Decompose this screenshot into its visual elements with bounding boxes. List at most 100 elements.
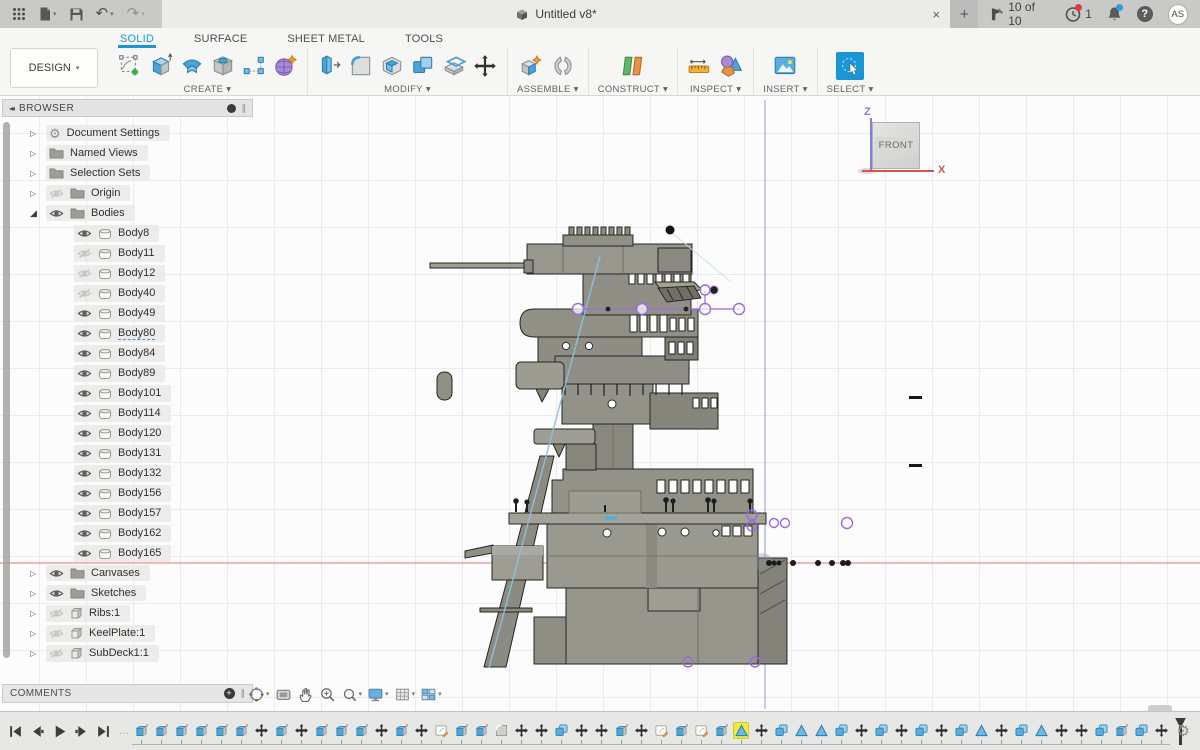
timeline-settings-gear-icon[interactable]: ⚙ [1177,722,1190,740]
timeline-feature-move-icon[interactable] [1074,723,1088,738]
create-form-icon[interactable] [272,53,298,79]
measure-icon[interactable] [687,53,713,79]
playback-play-button[interactable] [52,724,67,739]
timeline-feature-extrude-icon[interactable] [214,723,228,738]
timeline-feature-extrude-icon[interactable] [354,723,368,738]
press-pull-icon[interactable] [317,53,343,79]
timeline-feature-combine-icon[interactable] [554,723,568,738]
timeline-feature-extrude-icon[interactable] [174,723,188,738]
timeline-feature-fillet-icon[interactable] [494,723,508,738]
timeline-feature-combine-icon[interactable] [914,723,928,738]
browser-item-bodies[interactable]: ◢Bodies [2,203,253,223]
save-button[interactable] [70,8,83,21]
browser-item-document-settings[interactable]: ▷⚙Document Settings [2,123,253,143]
playback-step-back-button[interactable] [30,724,45,739]
timeline-feature-move-icon[interactable] [754,723,768,738]
visibility-eye-icon[interactable] [77,508,92,519]
expand-collapsed-icon[interactable]: ▷ [30,609,46,618]
new-file-button[interactable]: ▾ [39,7,57,21]
timeline-feature-move-icon[interactable] [854,723,868,738]
model-viewport[interactable]: Z FRONT X ◂◂ BROWSER ∥ ▷⚙Document Settin… [0,96,1200,711]
timeline-feature-mirror-icon[interactable] [974,723,988,738]
pan-icon[interactable] [297,686,314,703]
display-settings-icon[interactable]: ▾ [367,686,389,703]
joint-icon[interactable] [550,53,576,79]
timeline-feature-combine-icon[interactable] [774,723,788,738]
browser-item-body12[interactable]: Body12 [2,263,253,283]
extrude-icon[interactable] [148,53,174,79]
browser-item-body114[interactable]: Body114 [2,403,253,423]
timeline-feature-move-icon[interactable] [894,723,908,738]
browser-item-body132[interactable]: Body132 [2,463,253,483]
visibility-eye-icon[interactable] [77,548,92,559]
timeline-feature-move-icon[interactable] [514,723,528,738]
timeline-feature-extrude-icon[interactable] [314,723,328,738]
timeline-feature-move-icon[interactable] [294,723,308,738]
timeline-feature-move-icon[interactable] [1154,723,1168,738]
visibility-eye-icon[interactable] [77,408,92,419]
pattern-icon[interactable] [241,53,267,79]
browser-item-sketches[interactable]: ▷Sketches [2,583,253,603]
new-document-tab-button[interactable]: + [951,0,978,28]
timeline-feature-extrude-icon[interactable] [154,723,168,738]
visibility-eye-icon[interactable] [49,208,64,219]
expand-expanded-icon[interactable]: ◢ [30,208,46,219]
tab-sheet-metal[interactable]: SHEET METAL [285,33,367,48]
expand-collapsed-icon[interactable]: ▷ [30,149,46,158]
browser-collapse-icon[interactable]: ◂◂ [9,104,13,113]
visibility-eye-icon[interactable] [77,448,92,459]
timeline-feature-move-icon[interactable] [934,723,948,738]
offset-face-icon[interactable] [441,53,467,79]
playback-skip-end-button[interactable] [96,724,111,739]
browser-display-icon[interactable] [227,104,236,113]
assemble-group-label[interactable]: ASSEMBLE▾ [517,84,579,95]
browser-header[interactable]: ◂◂ BROWSER ∥ [2,99,253,117]
timeline-feature-mirror-icon[interactable] [814,723,828,738]
browser-item-body80[interactable]: Body80 [2,323,253,343]
select-group-label[interactable]: SELECT▾ [827,84,874,95]
timeline-feature-extrude-icon[interactable] [394,723,408,738]
timeline-feature-extrude-icon[interactable] [274,723,288,738]
viewports-caret-icon[interactable]: ▾ [438,690,442,698]
timeline-feature-extrude-icon[interactable] [614,723,628,738]
expand-collapsed-icon[interactable]: ▷ [30,169,46,178]
browser-item-ribs-1[interactable]: ▷Ribs:1 [2,603,253,623]
browser-grip-icon[interactable]: ∥ [242,103,247,114]
timeline-feature-sketch-icon[interactable] [434,723,448,738]
visibility-eye-off-icon[interactable] [49,648,64,659]
fit-icon[interactable]: ▾ [341,686,363,703]
grid-settings-icon[interactable]: ▾ [394,686,416,703]
redo-button[interactable]: ↷ ▾ [127,8,145,20]
timeline-feature-combine-icon[interactable] [834,723,848,738]
browser-item-selection-sets[interactable]: ▷Selection Sets [2,163,253,183]
notifications-button[interactable] [1107,6,1122,22]
construct-group-label[interactable]: CONSTRUCT▾ [598,84,668,95]
timeline-feature-mirror-icon[interactable] [794,723,808,738]
timeline-feature-move-icon[interactable] [414,723,428,738]
visibility-eye-icon[interactable] [77,328,92,339]
tab-solid[interactable]: SOLID [118,33,156,48]
visibility-eye-icon[interactable] [77,368,92,379]
visibility-eye-icon[interactable] [77,388,92,399]
browser-item-body165[interactable]: Body165 [2,543,253,563]
timeline-feature-move-icon[interactable] [1054,723,1068,738]
close-tab-icon[interactable]: × [932,7,940,22]
visibility-eye-icon[interactable] [49,568,64,579]
visibility-eye-off-icon[interactable] [49,628,64,639]
comments-bar[interactable]: COMMENTS + ∥ [2,684,253,703]
timeline-feature-extrude-icon[interactable] [714,723,728,738]
document-tab[interactable]: Untitled v8* × [162,0,951,28]
expand-collapsed-icon[interactable]: ▷ [30,589,46,598]
fit-caret-icon[interactable]: ▾ [359,690,363,698]
visibility-eye-off-icon[interactable] [49,188,64,199]
visibility-eye-icon[interactable] [77,228,92,239]
timeline-feature-combine-icon[interactable] [1014,723,1028,738]
comments-grip-icon[interactable]: ∥ [241,688,246,699]
undo-button[interactable]: ↶ ▾ [96,8,114,20]
extensions-button[interactable]: 10 of 10 [990,0,1051,28]
timeline-feature-extrude-icon[interactable] [334,723,348,738]
expand-collapsed-icon[interactable]: ▷ [30,649,46,658]
timeline-feature-mirror-icon[interactable] [1034,723,1048,738]
browser-item-body8[interactable]: Body8 [2,223,253,243]
analysis-icon[interactable] [718,53,744,79]
